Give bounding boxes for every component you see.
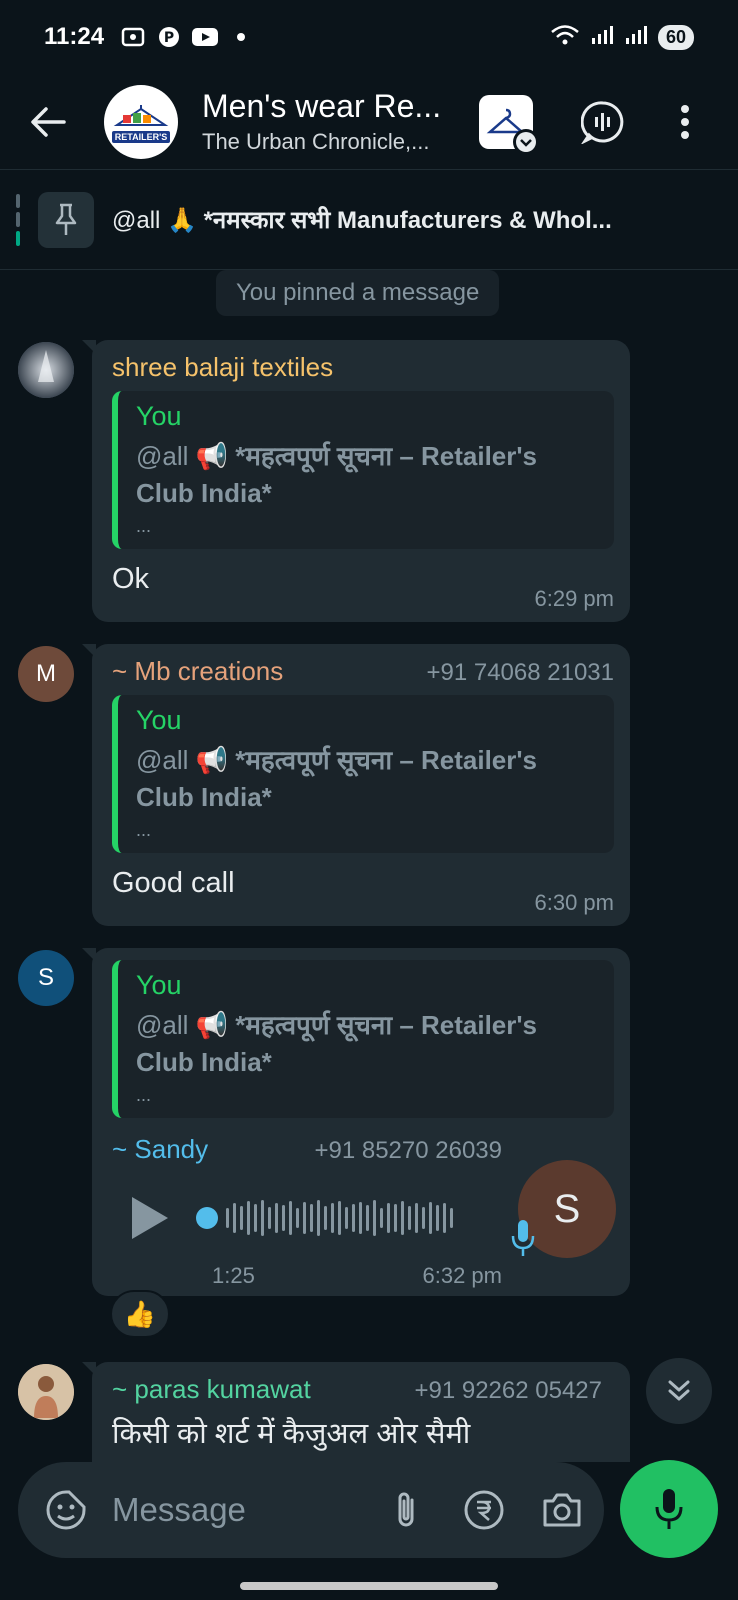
quote-author: You [136, 970, 182, 1000]
group-avatar[interactable]: RETAILER'S [104, 84, 178, 159]
waveform-chat-icon [581, 100, 624, 144]
quote-more: ... [136, 1085, 152, 1105]
mic-icon [655, 1489, 683, 1529]
attach-button[interactable] [384, 1488, 428, 1532]
screen-record-icon [120, 26, 146, 48]
home-indicator[interactable] [240, 1582, 498, 1590]
hanger-logo-icon [113, 104, 169, 126]
sender-avatar[interactable]: S [18, 950, 74, 1006]
seek-handle[interactable] [196, 1207, 218, 1229]
scroll-to-bottom-button[interactable] [646, 1358, 712, 1424]
system-message: You pinned a message [216, 270, 500, 316]
quoted-message[interactable]: You @all 📢 *महत्वपूर्ण सूचना – Retailer'… [112, 695, 614, 853]
paperclip-icon [398, 1492, 414, 1527]
camera-icon [543, 1493, 581, 1527]
sender-name[interactable]: ~ Mb creations [112, 656, 283, 687]
wifi-icon [550, 24, 580, 51]
pinned-text: @all 🙏 *नमस्कार सभी Manufacturers & Whol… [112, 207, 612, 234]
message-input-bar: Message [18, 1462, 604, 1558]
voice-duration: 1:25 [212, 1263, 255, 1288]
sender-phone: +91 74068 21031 [426, 659, 614, 686]
payment-button[interactable] [462, 1488, 506, 1532]
message-bubble[interactable]: ~ Mb creations +91 74068 21031 You @all 📢… [82, 644, 630, 926]
logo-text: RETAILER'S [111, 130, 171, 143]
back-button[interactable] [22, 96, 74, 148]
message-time: 6:32 pm [422, 1263, 503, 1288]
mic-icon [510, 1218, 536, 1263]
quote-text: @all 📢 *महत्वपूर्ण सूचना – Retailer's Cl… [136, 745, 538, 812]
message-time: 6:30 pm [534, 890, 615, 915]
double-chevron-down-icon [668, 1380, 690, 1401]
community-button[interactable] [479, 94, 539, 155]
sender-name[interactable]: ~ Sandy [112, 1134, 208, 1165]
quoted-message[interactable]: You @all 📢 *महत्वपूर्ण सूचना – Retailer'… [112, 960, 614, 1118]
message-bubble[interactable]: shree balaji textiles You @all 📢 *महत्वप… [82, 340, 630, 622]
quote-text: @all 📢 *महत्वपूर्ण सूचना – Retailer's Cl… [136, 441, 538, 508]
quote-more: ... [136, 516, 152, 536]
svg-text:P: P [164, 30, 174, 46]
more-vert-icon [681, 104, 689, 139]
voice-message-bubble[interactable]: You @all 📢 *महत्वपूर्ण सूचना – Retailer'… [82, 948, 630, 1296]
camera-button[interactable] [540, 1488, 584, 1532]
voice-waveform[interactable] [196, 1198, 453, 1238]
arrow-left-icon [31, 106, 66, 137]
signal-icon [590, 24, 614, 51]
sender-phone: +91 92262 05427 [414, 1377, 602, 1404]
pin-indicator [16, 193, 20, 246]
sender-phone: +91 85270 26039 [314, 1137, 502, 1164]
message-time: 6:29 pm [534, 586, 615, 611]
status-bar: 11:24 P 60 [0, 0, 738, 74]
quote-text: @all 📢 *महत्वपूर्ण सूचना – Retailer's Cl… [136, 1010, 538, 1077]
more-options-button[interactable] [659, 96, 711, 148]
pin-icon [38, 191, 94, 248]
chevron-down-icon [513, 128, 539, 155]
voice-chat-button[interactable] [577, 96, 629, 148]
pinned-message-bar[interactable]: @all 🙏 *नमस्कार सभी Manufacturers & Whol… [0, 170, 738, 270]
rupee-icon [464, 1490, 504, 1530]
pinterest-icon: P [156, 26, 182, 48]
quote-author: You [136, 705, 182, 735]
chat-title: Men's wear Re... [202, 88, 442, 124]
sender-avatar[interactable] [18, 1364, 74, 1420]
quoted-message[interactable]: You @all 📢 *महत्वपूर्ण सूचना – Retailer'… [112, 391, 614, 549]
message-bubble[interactable]: ~ paras kumawat +91 92262 05427 किसी को श… [82, 1362, 630, 1462]
sender-avatar[interactable] [18, 342, 74, 398]
sender-name[interactable]: ~ paras kumawat [112, 1374, 311, 1405]
status-time: 11:24 [44, 23, 105, 50]
sticker-icon [46, 1490, 86, 1530]
play-button[interactable] [128, 1196, 172, 1240]
sender-name[interactable]: shree balaji textiles [112, 352, 333, 383]
notification-dot-icon [228, 26, 254, 48]
message-text: किसी को शर्ट में कैजुअल ओर सैमी [112, 1418, 471, 1450]
chat-title-block[interactable]: Men's wear Re... The Urban Chronicle,... [202, 88, 457, 155]
chat-subtitle: The Urban Chronicle,... [202, 129, 430, 154]
sticker-button[interactable] [44, 1488, 88, 1532]
quote-more: ... [136, 820, 152, 840]
sender-avatar[interactable]: M [18, 646, 74, 702]
quote-author: You [136, 401, 182, 431]
chat-header: RETAILER'S Men's wear Re... The Urban Ch… [0, 74, 738, 170]
play-icon [132, 1197, 168, 1239]
voice-record-button[interactable] [620, 1460, 718, 1558]
youtube-icon [192, 26, 219, 48]
battery-indicator: 60 [657, 24, 694, 50]
message-input[interactable]: Message [112, 1491, 384, 1529]
signal-icon-2 [624, 24, 648, 51]
reaction-badge[interactable]: 👍 [110, 1290, 170, 1338]
